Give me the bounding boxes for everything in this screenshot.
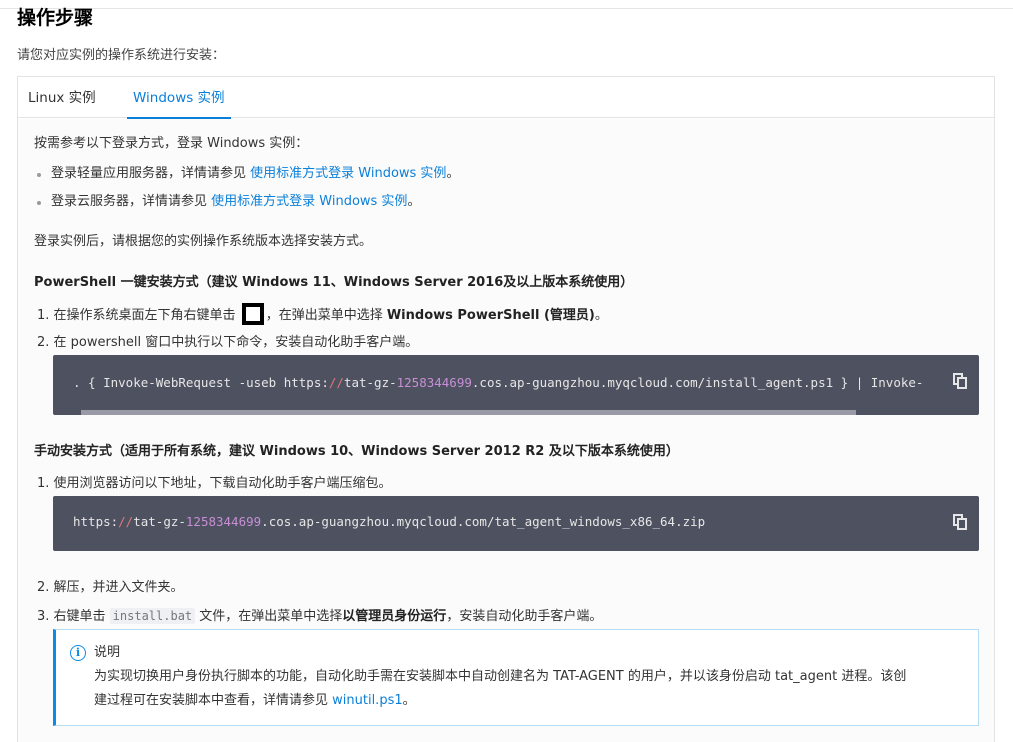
after-login-text: 登录实例后，请根据您的实例操作系统版本选择安装方式。 <box>34 234 373 249</box>
powershell-code-block[interactable]: . { Invoke-WebRequest -useb https://tat-… <box>53 355 979 415</box>
list-item: 登录轻量应用服务器，详情请参见 使用标准方式登录 Windows 实例。 <box>51 166 460 181</box>
tab-bar: Linux 实例 Windows 实例 <box>18 77 994 119</box>
windows-logo-icon <box>241 303 264 325</box>
copy-icon[interactable] <box>953 514 967 530</box>
page-intro: 请您对应实例的操作系统进行安装： <box>17 48 226 63</box>
login-lighthouse-link[interactable]: 使用标准方式登录 Windows 实例 <box>250 166 446 181</box>
powershell-step1: 1. 在操作系统桌面左下角右键单击 ，在弹出菜单中选择 Windows Powe… <box>37 303 608 328</box>
login-cvm-link[interactable]: 使用标准方式登录 Windows 实例 <box>211 194 407 209</box>
top-divider <box>0 8 1013 9</box>
copy-icon[interactable] <box>953 373 967 389</box>
tab-windows[interactable]: Windows 实例 <box>127 89 231 119</box>
install-bat-code: install.bat <box>109 608 196 624</box>
manual-step2: 2. 解压，并进入文件夹。 <box>37 580 184 595</box>
manual-heading: 手动安装方式（适用于所有系统，建议 Windows 10、Windows Ser… <box>34 444 679 459</box>
login-intro: 按需参考以下登录方式，登录 Windows 实例： <box>34 136 309 151</box>
bullet <box>37 201 41 205</box>
manual-step1: 1. 使用浏览器访问以下地址，下载自动化助手客户端压缩包。 <box>37 476 392 491</box>
powershell-heading: PowerShell 一键安装方式（建议 Windows 11、Windows … <box>34 275 634 290</box>
horizontal-scrollbar[interactable] <box>81 410 856 415</box>
page-title: 操作步骤 <box>17 7 94 29</box>
list-item: 登录云服务器，详情请参见 使用标准方式登录 Windows 实例。 <box>51 194 421 209</box>
code-line: . { Invoke-WebRequest -useb https://tat-… <box>73 375 924 390</box>
winutil-link[interactable]: winutil.ps1 <box>332 693 402 708</box>
note-line2: 建过程可在安装脚本中查看，详情请参见 winutil.ps1。 <box>94 693 416 708</box>
note-title: 说明 <box>94 645 121 660</box>
info-icon: i <box>70 645 86 661</box>
manual-step3: 3. 右键单击 install.bat 文件，在弹出菜单中选择以管理员身份运行，… <box>37 608 603 624</box>
download-code-block[interactable]: https://tat-gz-1258344699.cos.ap-guangzh… <box>53 496 979 551</box>
os-tabs: Linux 实例 Windows 实例 按需参考以下登录方式，登录 Window… <box>17 76 995 742</box>
windows-panel: 按需参考以下登录方式，登录 Windows 实例： 登录轻量应用服务器，详情请参… <box>18 119 994 742</box>
code-line: https://tat-gz-1258344699.cos.ap-guangzh… <box>73 514 706 529</box>
note-line1: 为实现切换用户身份执行脚本的功能，自动化助手需在安装脚本中自动创建名为 TAT-… <box>94 669 907 684</box>
note-box: i 说明 为实现切换用户身份执行脚本的功能，自动化助手需在安装脚本中自动创建名为… <box>53 629 979 726</box>
tab-linux[interactable]: Linux 实例 <box>28 89 96 107</box>
bullet <box>37 173 41 177</box>
powershell-step2: 2. 在 powershell 窗口中执行以下命令，安装自动化助手客户端。 <box>37 335 419 350</box>
